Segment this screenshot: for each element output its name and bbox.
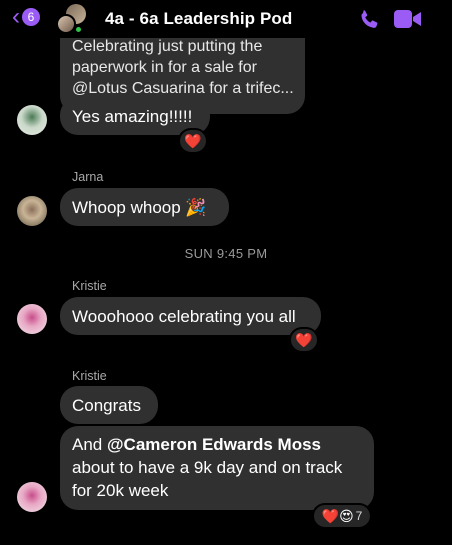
reaction-badge[interactable]: ❤️	[289, 327, 319, 353]
video-camera-icon[interactable]	[394, 9, 422, 29]
sender-name: Kristie	[72, 279, 107, 293]
reaction-badge[interactable]: ❤️ 😍 7	[312, 503, 372, 529]
message-text-line: @Lotus Casuarina for a trifec...	[72, 80, 294, 97]
sender-name: Jarna	[72, 170, 104, 184]
message-bubble[interactable]: Whoop whoop 🎉	[60, 188, 229, 226]
sender-avatar[interactable]	[17, 482, 47, 512]
message-text-line: for 20k week	[72, 481, 169, 500]
message-text: Yes amazing!!!!!	[72, 107, 193, 126]
message-text-line: paperwork in for a sale for	[72, 59, 257, 76]
sender-avatar[interactable]	[17, 196, 47, 226]
sender-name: Kristie	[72, 369, 107, 383]
chat-title[interactable]: 4a - 6a Leadership Pod	[105, 9, 292, 29]
chevron-left-icon: ‹	[12, 3, 20, 30]
reaction-count: 7	[355, 509, 363, 523]
group-avatar[interactable]	[56, 4, 86, 34]
heart-eyes-icon: 😍	[339, 507, 354, 524]
message-bubble[interactable]: Wooohooo celebrating you all	[60, 297, 321, 335]
sender-avatar[interactable]	[17, 304, 47, 334]
phone-icon[interactable]	[357, 8, 381, 32]
message-text: Congrats	[72, 396, 141, 415]
message-text: Whoop whoop 🎉	[72, 198, 207, 217]
user-mention[interactable]: @Cameron Edwards Moss	[107, 435, 321, 454]
online-status-dot	[74, 25, 83, 34]
heart-icon: ❤️	[321, 507, 340, 524]
avatar	[56, 14, 76, 34]
message-text-line: And @Cameron Edwards Moss	[72, 433, 362, 456]
unread-count-badge: 6	[22, 8, 40, 26]
message-text-line: about to have a 9k day and on track	[72, 458, 343, 477]
timestamp-divider: SUN 9:45 PM	[184, 246, 268, 261]
heart-icon: ❤️	[295, 331, 313, 348]
chat-header: ‹ 6 4a - 6a Leadership Pod	[0, 0, 452, 38]
message-bubble[interactable]: Congrats	[60, 386, 158, 424]
reaction-badge[interactable]: ❤️	[178, 128, 208, 154]
back-button[interactable]: ‹ 6	[12, 3, 40, 30]
message-bubble[interactable]: And @Cameron Edwards Moss about to have …	[60, 426, 374, 510]
message-text: Wooohooo celebrating you all	[72, 307, 296, 326]
message-text-line: Celebrating just putting the	[72, 38, 263, 55]
sender-avatar[interactable]	[17, 105, 47, 135]
heart-icon: ❤️	[184, 132, 202, 149]
message-text: And	[72, 435, 107, 454]
